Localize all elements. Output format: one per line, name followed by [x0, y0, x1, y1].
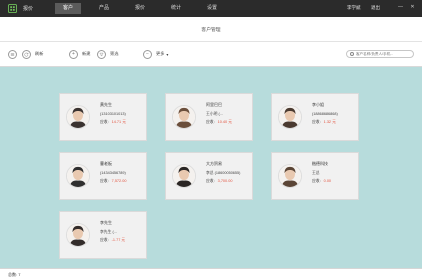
- plus-icon: +: [69, 49, 78, 59]
- receivable-label: 应收:: [206, 179, 215, 183]
- filter-button[interactable]: 筛选: [97, 49, 118, 59]
- tab-quotes[interactable]: 报价: [127, 3, 153, 14]
- page-header: 客户管理: [0, 17, 422, 42]
- receivable-label: 应收:: [206, 120, 215, 124]
- customer-card[interactable]: 阿里巴巴王小明 (... 应收: 10.40 元: [165, 93, 253, 141]
- receivable-amount: -1.77 元: [111, 238, 126, 242]
- receivable-row: 应收: -1.77 元: [100, 238, 125, 243]
- avatar: [278, 164, 302, 188]
- app-title: 报价: [23, 6, 34, 12]
- avatar: [172, 164, 196, 188]
- customer-contact: (14343456789): [100, 171, 126, 175]
- tab-products[interactable]: 产品: [91, 3, 117, 14]
- list-icon: [8, 49, 17, 59]
- receivable-amount: 10.40 元: [217, 120, 233, 124]
- add-button[interactable]: + 新建: [69, 49, 90, 59]
- avatar: [66, 105, 90, 129]
- chevron-down-icon: ▾: [166, 51, 169, 57]
- refresh-icon: [22, 49, 31, 59]
- receivable-label: 应收:: [100, 238, 109, 242]
- user-name-link[interactable]: 李学斌: [347, 5, 361, 11]
- add-label: 新建: [82, 51, 91, 56]
- search-box[interactable]: [346, 50, 414, 58]
- refresh-button[interactable]: 刷新: [22, 49, 43, 59]
- total-value: 7: [18, 272, 21, 277]
- tab-customers[interactable]: 客户: [55, 3, 81, 14]
- top-navbar: 报价 客户 产品 报价 统计 设置 李学斌 退出 — ✕: [0, 0, 422, 17]
- customer-card[interactable]: 李先生李先生 (... 应收: -1.77 元: [59, 211, 147, 259]
- customer-card[interactable]: 楷德科技王总应收: 0.00: [271, 152, 359, 200]
- customer-contact: (13103101013): [100, 112, 126, 116]
- tab-settings[interactable]: 设置: [199, 3, 225, 14]
- logout-link[interactable]: 退出: [371, 5, 380, 11]
- customer-card[interactable]: 黄先生 (13103101013) 应收: 14.71 元: [59, 93, 147, 141]
- status-bar: 总数: 7: [0, 268, 422, 280]
- receivable-row: 应收: 10.40 元: [206, 120, 232, 125]
- customer-contact: 李总 (18600050655): [206, 171, 241, 175]
- receivable-row: 应收: 1.32 元: [312, 120, 336, 125]
- customer-contact: (18868686868): [312, 112, 338, 116]
- avatar: [66, 164, 90, 188]
- more-label: 更多: [156, 51, 165, 56]
- customer-card[interactable]: 大方贸易李总 (18600050655) 应收: 3,700.00: [165, 152, 253, 200]
- app-logo-icon: [8, 4, 17, 13]
- minus-icon: −: [143, 49, 152, 59]
- avatar: [172, 105, 196, 129]
- receivable-amount: 14.71 元: [111, 120, 127, 124]
- customer-card[interactable]: 曹老板 (14343456789) 应收: 7,572.00: [59, 152, 147, 200]
- receivable-label: 应收:: [100, 120, 109, 124]
- receivable-label: 应收:: [312, 120, 321, 124]
- customer-name: 李小姐: [312, 102, 324, 107]
- filter-icon: [97, 49, 106, 59]
- select-all-button[interactable]: [8, 49, 17, 59]
- receivable-amount: 1.32 元: [323, 120, 336, 124]
- total-count: 总数: 7: [8, 272, 20, 278]
- refresh-label: 刷新: [35, 51, 44, 56]
- page-title: 客户管理: [201, 28, 221, 33]
- avatar: [66, 223, 90, 247]
- customer-contact: 王小明 (...: [206, 112, 223, 116]
- receivable-row: 应收: 7,572.00: [100, 179, 126, 184]
- customer-name: 楷德科技: [312, 161, 328, 166]
- customer-card[interactable]: 李小姐 (18868686868) 应收: 1.32 元: [271, 93, 359, 141]
- customer-name: 李先生: [100, 220, 112, 225]
- close-icon[interactable]: ✕: [408, 3, 417, 12]
- filter-label: 筛选: [110, 51, 119, 56]
- customer-contact: 王总: [312, 171, 320, 175]
- total-label: 总数:: [8, 272, 18, 277]
- customer-name: 黄先生: [100, 102, 112, 107]
- customer-name: 阿里巴巴: [206, 102, 222, 107]
- receivable-amount: 3,700.00: [217, 179, 233, 183]
- tab-statistics[interactable]: 统计: [163, 3, 189, 14]
- customer-name: 大方贸易: [206, 161, 222, 166]
- receivable-row: 应收: 0.00: [312, 179, 331, 184]
- receivable-row: 应收: 14.71 元: [100, 120, 126, 125]
- receivable-row: 应收: 3,700.00: [206, 179, 232, 184]
- search-input[interactable]: [355, 52, 413, 56]
- receivable-label: 应收:: [312, 179, 321, 183]
- toolbar: 刷新 + 新建 筛选 − 更多 ▾: [0, 42, 422, 67]
- customer-name: 曹老板: [100, 161, 112, 166]
- receivable-amount: 0.00: [323, 179, 332, 183]
- receivable-amount: 7,572.00: [111, 179, 127, 183]
- search-icon: [350, 52, 354, 56]
- minimize-icon[interactable]: —: [396, 3, 405, 12]
- customer-contact: 李先生 (...: [100, 230, 117, 234]
- receivable-label: 应收:: [100, 179, 109, 183]
- more-button[interactable]: − 更多 ▾: [143, 49, 169, 59]
- avatar: [278, 105, 302, 129]
